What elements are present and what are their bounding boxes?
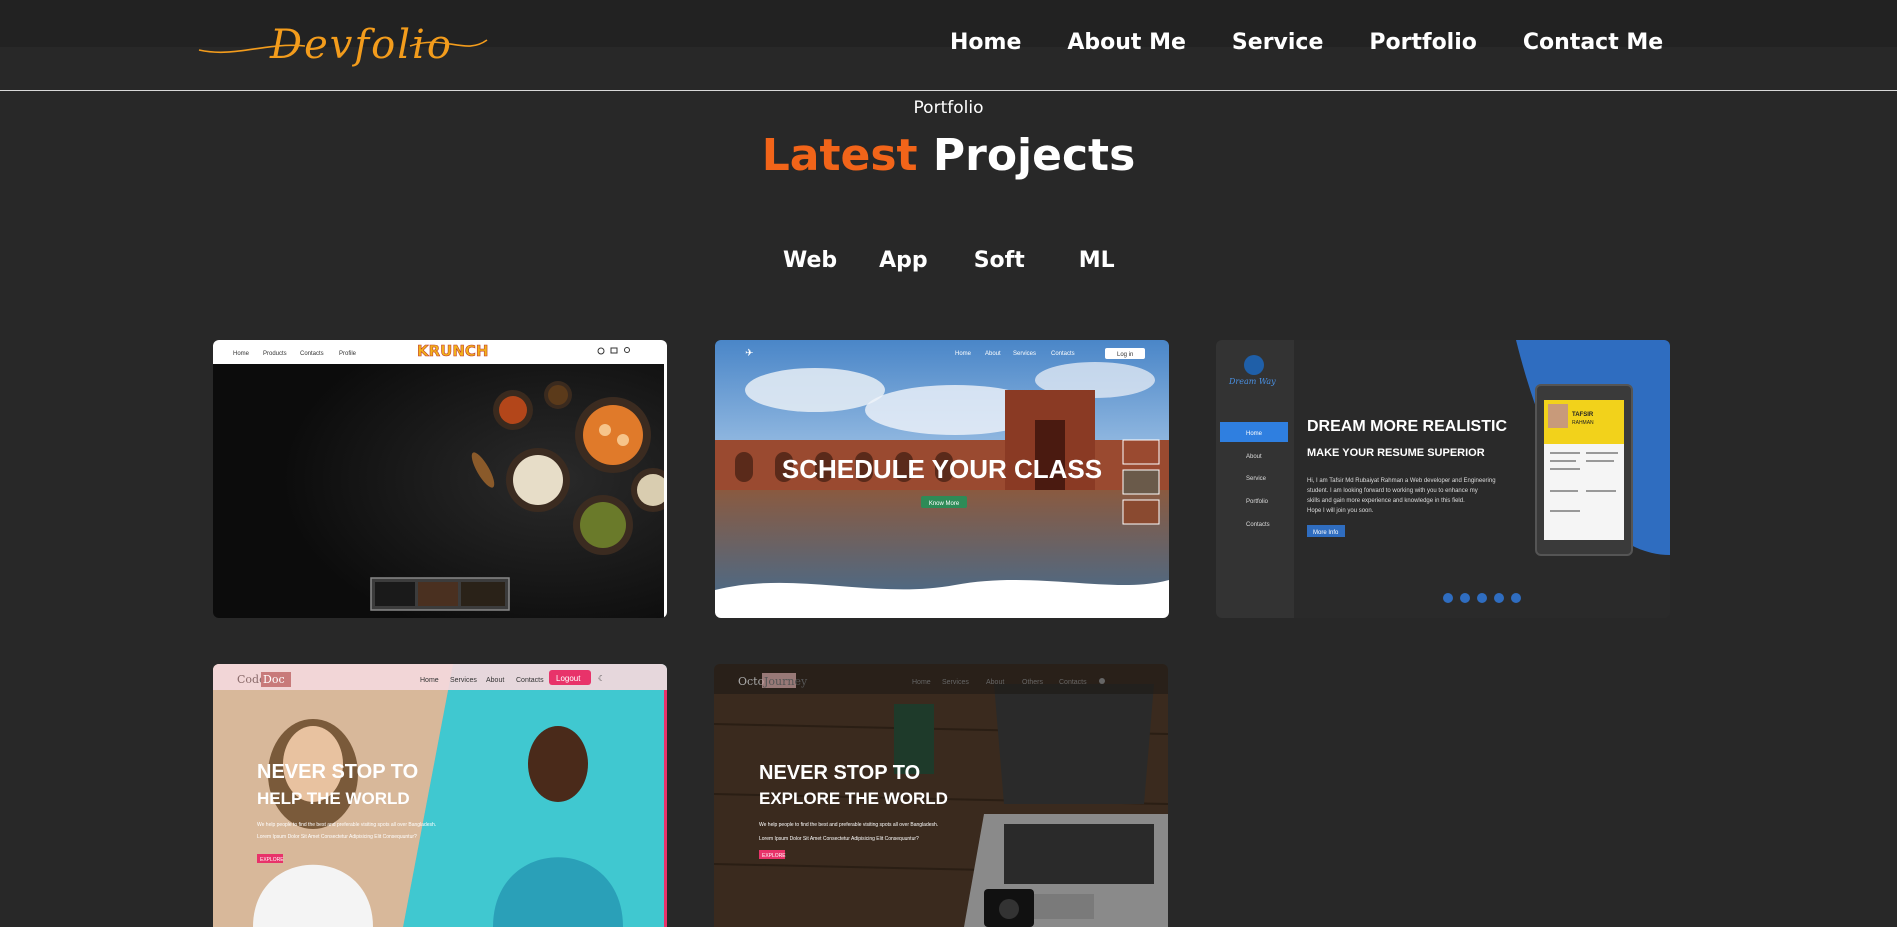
nav-contact-me[interactable]: Contact Me: [1523, 30, 1663, 55]
section-subtitle: Portfolio: [913, 98, 984, 118]
mock-nav-home: Home: [912, 679, 931, 686]
project-filters: Web App Soft ML: [783, 248, 1115, 273]
mock-cta: EXPLORE: [762, 853, 786, 859]
project-preview: Dream Way Home About Service Portfolio C…: [1216, 340, 1670, 618]
project-card-krunch[interactable]: Home Products Contacts Profile KRUNCH: [213, 340, 667, 618]
mock-menu-home: Home: [1246, 431, 1263, 437]
nav-service[interactable]: Service: [1232, 30, 1323, 55]
nav-about-me[interactable]: About Me: [1067, 30, 1186, 55]
mock-brand-b: Doc: [263, 673, 285, 686]
mock-menu-about: About: [1246, 454, 1262, 460]
logo-text: Devfolio: [270, 22, 453, 68]
mock-cta: EXPLORE: [260, 857, 284, 863]
mock-nav-home: Home: [233, 351, 250, 357]
mock-subheadline: MAKE YOUR RESUME SUPERIOR: [1307, 447, 1485, 459]
mock-headline1: NEVER STOP TO: [257, 761, 418, 783]
mock-nav-home: Home: [420, 677, 439, 684]
mock-nav-contacts: Contacts: [516, 677, 544, 684]
mock-menu-service: Service: [1246, 476, 1267, 482]
mock-nav-services: Services: [942, 679, 969, 686]
nav-portfolio[interactable]: Portfolio: [1369, 30, 1477, 55]
mock-nav-products: Products: [263, 351, 287, 357]
mock-nav-services: Services: [1013, 351, 1036, 357]
mock-nav-home: Home: [955, 351, 972, 357]
mock-menu-contacts: Contacts: [1246, 522, 1270, 528]
mock-menu-portfolio: Portfolio: [1246, 499, 1269, 505]
mock-body-line: student. I am looking forward to working…: [1307, 488, 1478, 494]
mock-nav-about: About: [986, 679, 1004, 686]
mock-nav-about: About: [985, 351, 1001, 357]
mock-headline1: NEVER STOP TO: [759, 762, 920, 784]
mock-brand: Dream Way: [1228, 377, 1276, 386]
mock-brand: KRUNCH: [417, 342, 488, 360]
mock-body-line: Hi, I am Tafsir Md Rubaiyat Rahman a Web…: [1307, 478, 1496, 484]
mock-cta: Know More: [929, 501, 960, 507]
filter-web[interactable]: Web: [783, 248, 837, 273]
filter-app[interactable]: App: [879, 248, 928, 273]
mock-nav-contacts: Contacts: [1051, 351, 1075, 357]
project-card-schedule-class[interactable]: ✈ Home About Services Contacts Log in SC…: [715, 340, 1169, 618]
filter-ml[interactable]: ML: [1079, 248, 1115, 273]
mock-logout: Logout: [556, 674, 581, 683]
mock-headline2: EXPLORE THE WORLD: [759, 789, 948, 808]
mock-brand-b: Journey: [763, 675, 808, 688]
mock-nav-services: Services: [450, 677, 477, 684]
main-nav: Home About Me Service Portfolio Contact …: [950, 30, 1709, 55]
project-preview: Code Doc Home Services About Contacts Lo…: [213, 664, 667, 927]
mock-cta: More Info: [1313, 530, 1339, 536]
filter-soft[interactable]: Soft: [974, 248, 1025, 273]
project-preview: ✈ Home About Services Contacts Log in SC…: [715, 340, 1169, 618]
mock-logo-icon: [1244, 355, 1264, 375]
project-preview: Octo Journey Home Services About Others …: [714, 664, 1168, 927]
moon-icon: ☾: [598, 674, 605, 683]
mock-nav-others: Others: [1022, 679, 1044, 686]
site-logo[interactable]: Devfolio: [195, 12, 490, 76]
mock-nav-about: About: [486, 677, 504, 684]
mock-login: Log in: [1117, 352, 1133, 358]
mock-body1: We help people to find the best and pref…: [759, 822, 938, 828]
nav-home[interactable]: Home: [950, 30, 1021, 55]
mock-body2: Lorem Ipsum Dolor Sit Amet Consectetur A…: [759, 836, 919, 842]
mock-body1: We help people to find the best and pref…: [257, 822, 436, 828]
project-card-dream-way[interactable]: Dream Way Home About Service Portfolio C…: [1216, 340, 1670, 618]
mock-nav-profile: Profile: [339, 351, 357, 357]
mock-headline2: HELP THE WORLD: [257, 789, 410, 808]
mock-body-line: Hope I will join you soon.: [1307, 508, 1374, 514]
mock-headline: SCHEDULE YOUR CLASS: [782, 454, 1102, 484]
mock-logo-icon: ✈: [745, 348, 753, 359]
mock-resume-surname: RAHMAN: [1572, 420, 1594, 426]
mock-body2: Lorem Ipsum Dolor Sit Amet Consectetur A…: [257, 834, 417, 840]
title-rest: Projects: [932, 130, 1136, 181]
project-card-octo-journey[interactable]: Octo Journey Home Services About Others …: [714, 664, 1168, 927]
mock-nav-contacts: Contacts: [1059, 679, 1087, 686]
header-divider: [0, 90, 1897, 91]
mock-headline: DREAM MORE REALISTIC: [1307, 418, 1507, 435]
project-preview: Home Products Contacts Profile KRUNCH: [213, 340, 667, 618]
section-title: Latest Projects: [0, 130, 1897, 181]
mock-nav-contacts: Contacts: [300, 351, 324, 357]
project-card-code-doc[interactable]: Code Doc Home Services About Contacts Lo…: [213, 664, 667, 927]
mock-resume-name: TAFSIR: [1572, 412, 1594, 418]
moon-icon: [1099, 678, 1105, 684]
mock-brand-a: Octo: [738, 675, 765, 688]
title-accent: Latest: [761, 130, 918, 181]
mock-body-line: skills and gain more experience and know…: [1307, 498, 1465, 504]
